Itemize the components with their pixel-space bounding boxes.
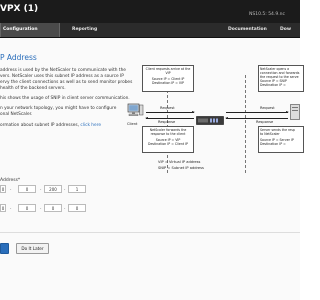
netscaler-appliance-icon	[196, 110, 224, 125]
note-ns-request: NetScaler opens a connection and forward…	[258, 65, 304, 92]
note-line: response to the client	[150, 132, 186, 136]
legend-vip: VIP = Virtual IP address	[158, 160, 201, 164]
ip-dot: .	[40, 186, 42, 192]
note-line: Destination IP =	[260, 83, 286, 87]
ip-dot: .	[10, 186, 12, 192]
tab-configuration[interactable]: Configuration	[0, 23, 60, 37]
request-label-left: Request	[160, 106, 175, 110]
intro-line-4: health of the backend servers.	[0, 86, 66, 91]
tab-reporting[interactable]: Reporting	[72, 23, 106, 37]
more-info-prefix: ormation about subnet IP addresses,	[0, 123, 81, 128]
intro-line-2: vers. NetScaler uses this subnet IP addr…	[0, 74, 124, 79]
note-client-request: Client requests arrive at the VIP Source…	[142, 65, 194, 92]
note-server-response: Server sends the resp to NetScaler Sourc…	[258, 126, 304, 153]
ip-dot: .	[64, 186, 66, 192]
tab-label: Documentation	[228, 27, 267, 32]
tab-downloads[interactable]: Dow	[280, 23, 300, 37]
intro-line-3: ervy the client connections as well as t…	[0, 80, 133, 85]
divider	[0, 232, 300, 233]
tab-documentation[interactable]: Documentation	[228, 23, 268, 37]
note-ns-response: NetScaler forwards the response to the c…	[142, 126, 194, 153]
note-line: Destination IP = Client IP	[148, 142, 188, 146]
server-icon	[290, 104, 300, 120]
request-arrow-right	[226, 110, 289, 113]
mask-octet-4[interactable]: 0	[68, 204, 86, 212]
note-line: Destination IP =	[260, 142, 286, 146]
topology-line-2: onal NetScaler.	[0, 112, 33, 117]
response-arrow-right	[225, 116, 288, 119]
ip-octet-1[interactable]: 0	[0, 185, 6, 193]
ip-dot: .	[64, 205, 66, 211]
do-it-later-button[interactable]: Do It Later	[16, 243, 49, 254]
version-label: NS10.5: 54.9.nc	[249, 12, 285, 17]
response-arrow-left	[145, 116, 194, 119]
mask-octet-1[interactable]: 0	[0, 204, 6, 212]
tab-label: Dow	[280, 27, 291, 32]
page-title: P Address	[0, 53, 37, 62]
click-here-link[interactable]: click here	[80, 123, 101, 128]
tab-label: Configuration	[3, 27, 38, 32]
ip-octet-2[interactable]: 0	[18, 185, 36, 193]
more-info-text: ormation about subnet IP addresses, clic…	[0, 123, 101, 129]
response-label-right: Response	[256, 120, 274, 124]
response-label-left: Response	[158, 120, 176, 124]
ip-octet-3[interactable]: 200	[44, 185, 62, 193]
client-computer-icon	[126, 102, 144, 120]
mask-octet-3[interactable]: 0	[44, 204, 62, 212]
topology-line-1: n your network topology, you might have …	[0, 106, 117, 111]
ip-dot: .	[10, 205, 12, 211]
ip-octet-4[interactable]: 1	[68, 185, 86, 193]
nav-bar: Configuration Reporting Documentation Do…	[0, 23, 300, 38]
ip-dot: .	[40, 205, 42, 211]
request-arrow-left	[146, 110, 195, 113]
note-line: Destination IP = VIP	[152, 81, 184, 85]
mask-octet-2[interactable]: 0	[18, 204, 36, 212]
divider	[245, 75, 246, 173]
client-label: Client	[127, 122, 138, 126]
usage-text: his shows the usage of SNIP in client se…	[0, 96, 130, 101]
tab-label: Reporting	[72, 27, 98, 32]
ip-address-label: Address*	[0, 178, 21, 183]
intro-line-1: address is used by the NetScaler to comm…	[0, 68, 126, 73]
app-title: VPX (1)	[0, 4, 39, 14]
request-label-right: Request	[260, 106, 275, 110]
top-bar: VPX (1) NS10.5: 54.9.nc	[0, 0, 300, 23]
continue-button[interactable]	[0, 243, 9, 254]
legend-snip: SNIP = Subnet IP address	[158, 166, 204, 170]
